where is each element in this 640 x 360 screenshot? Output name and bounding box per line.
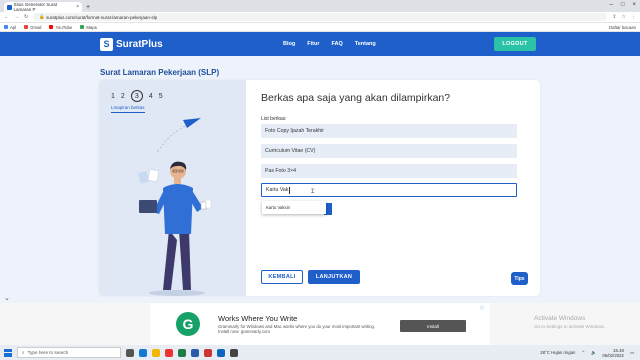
- paper-plane-icon: [183, 118, 201, 128]
- nav-links: Blog Fitur FAQ Tentang: [283, 32, 376, 56]
- text-cursor-icon: Ɪ: [311, 189, 315, 195]
- bookmarks-bar: Apl Gmail YouTube Maps Daftar bacaan: [0, 23, 640, 32]
- excel-icon[interactable]: [178, 348, 186, 357]
- word-icon[interactable]: [191, 348, 199, 357]
- person-illustration: [137, 118, 212, 296]
- maximize-icon[interactable]: □: [621, 2, 625, 8]
- ad-title: Works Where You Write: [218, 314, 298, 323]
- chrome-icon[interactable]: [165, 348, 173, 357]
- address-bar[interactable]: 🔒 suratplus.com/surat/format-surat-lamar…: [33, 13, 608, 21]
- extensions-icon[interactable]: ⋮: [631, 14, 636, 20]
- app-icon[interactable]: [204, 348, 212, 357]
- forward-arrow-icon[interactable]: →: [14, 14, 19, 20]
- url-text: suratplus.com/surat/format-surat-lamaran…: [46, 14, 158, 20]
- windows-start-icon[interactable]: [4, 348, 12, 357]
- brand-logo[interactable]: S SuratPlus: [100, 37, 163, 51]
- tab-title: Situs Generator Surat Lamaran P: [13, 2, 58, 12]
- bookmark-apps[interactable]: Apl: [4, 25, 16, 30]
- task-view-icon[interactable]: [126, 348, 134, 357]
- window-controls: – □ ×: [610, 2, 636, 8]
- grammarly-logo-icon: G: [176, 312, 200, 336]
- brand-name: SuratPlus: [116, 38, 163, 50]
- next-button[interactable]: LANJUTKAN: [308, 270, 360, 284]
- maps-icon: [80, 25, 85, 30]
- ad-banner-area: G Works Where You Write Grammarly for Wi…: [0, 303, 640, 345]
- autocomplete-suggestion[interactable]: Kartu Vaksin: [262, 201, 326, 214]
- address-bar-row: ← → ↻ 🔒 suratplus.com/surat/format-surat…: [0, 12, 640, 23]
- site-header: S SuratPlus Blog Fitur FAQ Tentang LOGOU…: [0, 32, 640, 56]
- close-window-icon[interactable]: ×: [632, 2, 636, 8]
- site-favicon-icon: [7, 4, 12, 10]
- new-item-input[interactable]: Kartu Vak: [261, 183, 517, 197]
- reload-icon[interactable]: ↻: [24, 14, 28, 20]
- taskbar-search[interactable]: ⌕ Type here to search: [17, 347, 121, 358]
- suratplus-logo-icon: S: [100, 37, 113, 51]
- page-title: Surat Lamaran Pekerjaan (SLP): [100, 68, 220, 77]
- youtube-icon: [49, 25, 54, 30]
- bookmark-maps[interactable]: Maps: [80, 25, 97, 30]
- browser-tab[interactable]: Situs Generator Surat Lamaran P ×: [4, 2, 82, 12]
- browser-tab-strip: Situs Generator Surat Lamaran P × + – □ …: [0, 0, 640, 12]
- clock[interactable]: 15.48 06/02/2022: [602, 348, 624, 358]
- list-item-3[interactable]: Pas Foto 3×4: [261, 164, 517, 178]
- nav-link-blog[interactable]: Blog: [283, 41, 295, 47]
- nav-link-tentang[interactable]: Tentang: [355, 41, 376, 47]
- text-caret: [289, 186, 290, 194]
- ad-install-button[interactable]: Install: [400, 320, 466, 332]
- edge-icon[interactable]: [139, 348, 147, 357]
- taskbar-search-placeholder: Type here to search: [27, 350, 69, 355]
- logout-button[interactable]: LOGOUT: [494, 37, 536, 51]
- windows-taskbar: ⌕ Type here to search 28°C Hujan ringan …: [0, 345, 640, 360]
- settings-icon[interactable]: [230, 348, 238, 357]
- form-question: Berkas apa saja yang akan dilampirkan?: [261, 92, 451, 104]
- share-icon[interactable]: ⇪: [612, 14, 616, 20]
- apps-icon: [4, 25, 8, 30]
- system-tray: 28°C Hujan ringan ⌃ 🔈 15.48 06/02/2022 ▭: [540, 348, 640, 358]
- new-tab-icon[interactable]: +: [86, 4, 90, 11]
- ad-info-icon[interactable]: ⓘ: [480, 305, 484, 311]
- back-arrow-icon[interactable]: ←: [4, 14, 9, 20]
- input-value: Kartu Vak: [266, 187, 289, 193]
- notifications-icon[interactable]: ▭: [630, 350, 634, 356]
- minimize-icon[interactable]: –: [610, 2, 613, 8]
- page-content: Surat Lamaran Pekerjaan (SLP) 1 2 3 4 5 …: [0, 56, 640, 303]
- ad-description: Grammarly for Windows and Mac works wher…: [218, 324, 376, 334]
- illustration-panel: 1 2 3 4 5 Lmapiran berkas: [99, 80, 246, 296]
- nav-link-fitur[interactable]: Fitur: [307, 41, 319, 47]
- list-label: List berkas:: [261, 116, 287, 122]
- weather-text[interactable]: 28°C Hujan ringan: [540, 350, 575, 355]
- nav-link-faq[interactable]: FAQ: [331, 41, 342, 47]
- back-button[interactable]: KEMBALI: [261, 270, 303, 284]
- network-icon[interactable]: ⌃: [581, 350, 585, 356]
- chevron-down-icon[interactable]: ⌄: [4, 294, 10, 302]
- close-tab-icon[interactable]: ×: [76, 4, 79, 10]
- bookmark-star-icon[interactable]: ☆: [622, 14, 626, 20]
- file-explorer-icon[interactable]: [152, 348, 160, 357]
- list-item-1[interactable]: Foto Copy Ijazah Terakhir: [261, 124, 517, 138]
- lock-icon: 🔒: [39, 14, 47, 19]
- list-item-2[interactable]: Curriculum Vitae (CV): [261, 144, 517, 158]
- volume-icon[interactable]: 🔈: [591, 350, 596, 356]
- bookmark-gmail[interactable]: Gmail: [24, 25, 41, 30]
- ad-banner[interactable]: G Works Where You Write Grammarly for Wi…: [150, 303, 490, 345]
- activate-windows-title: Activate Windows: [534, 315, 586, 322]
- gmail-icon: [24, 25, 29, 30]
- wizard-card: 1 2 3 4 5 Lmapiran berkas Berkas apa saj…: [99, 80, 540, 296]
- store-icon[interactable]: [217, 348, 225, 357]
- reading-list[interactable]: Daftar bacaan: [609, 25, 636, 30]
- clock-date: 06/02/2022: [602, 352, 624, 358]
- activate-windows-desc: Go to Settings to activate Windows.: [534, 324, 606, 329]
- tips-button[interactable]: Tips: [511, 272, 528, 285]
- bookmark-youtube[interactable]: YouTube: [49, 25, 72, 30]
- search-icon: ⌕: [22, 350, 25, 355]
